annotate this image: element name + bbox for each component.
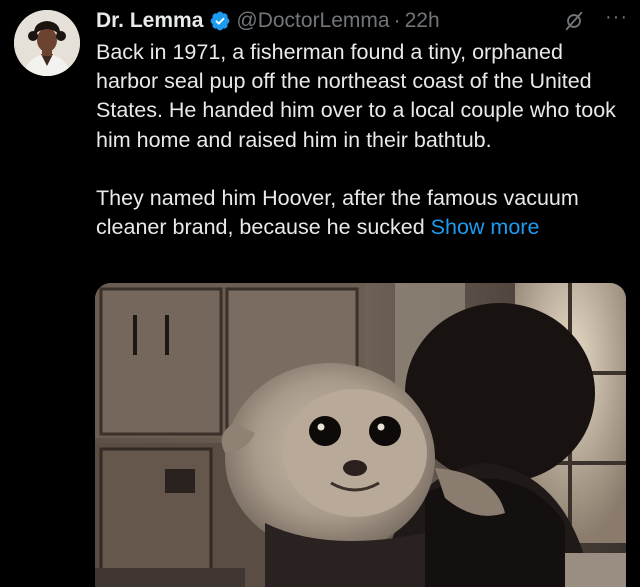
separator-dot: ·	[393, 9, 401, 32]
tweet-paragraph-1: Back in 1971, a fisherman found a tiny, …	[96, 40, 616, 152]
grok-icon[interactable]	[563, 10, 585, 32]
tweet-content: Dr. Lemma @DoctorLemma · 22h ··· Back in…	[96, 6, 628, 242]
tweet-text: Back in 1971, a fisherman found a tiny, …	[96, 38, 626, 242]
avatar-image	[14, 10, 80, 76]
verified-badge-icon[interactable]	[209, 10, 231, 32]
timestamp[interactable]: 22h	[405, 9, 440, 33]
tweet-paragraph-2: They named him Hoover, after the famous …	[96, 184, 626, 242]
seal-photo-image	[95, 283, 626, 587]
header-actions: ···	[563, 7, 628, 32]
more-options-icon[interactable]: ···	[605, 7, 628, 27]
tweet-photo[interactable]	[95, 283, 626, 587]
tweet-header: Dr. Lemma @DoctorLemma · 22h ···	[96, 6, 628, 36]
avatar[interactable]	[14, 10, 80, 76]
author-handle[interactable]: @DoctorLemma	[236, 9, 389, 33]
tweet-card[interactable]: Dr. Lemma @DoctorLemma · 22h ··· Back in…	[0, 0, 640, 587]
author-name[interactable]: Dr. Lemma	[96, 9, 203, 33]
show-more-link[interactable]: Show more	[431, 215, 540, 239]
